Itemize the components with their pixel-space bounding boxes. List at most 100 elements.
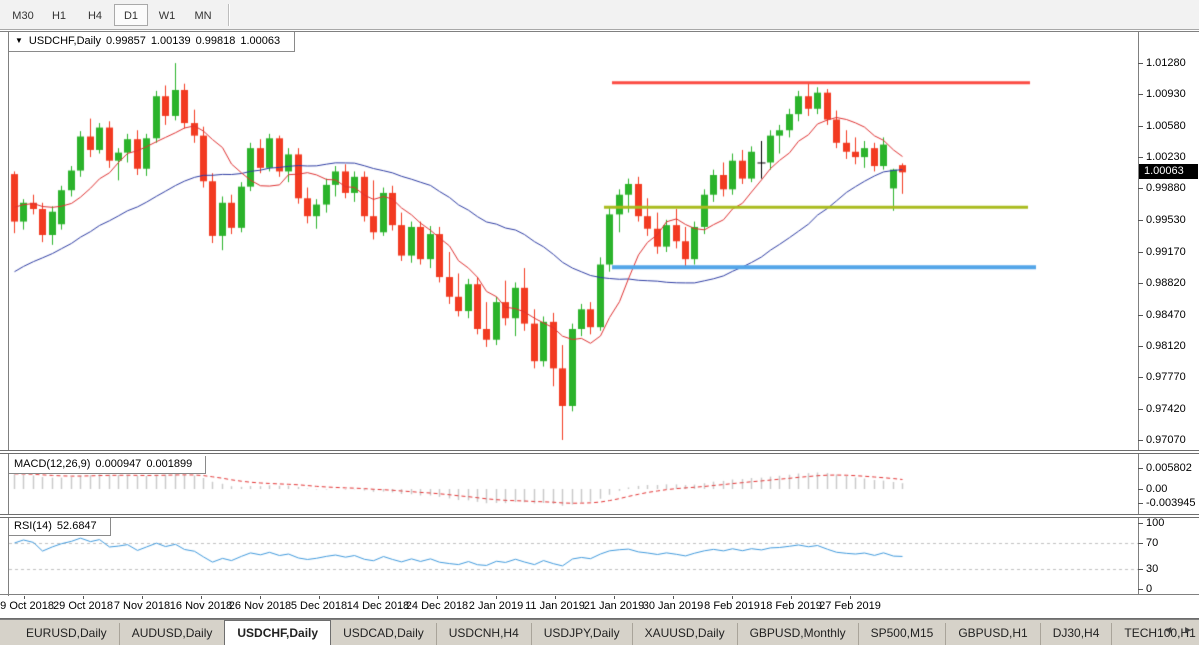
macd-axis-label: 0.005802 bbox=[1146, 461, 1198, 475]
price-axis-label-tick bbox=[1138, 377, 1143, 378]
rsi-axis-label: 100 bbox=[1146, 516, 1198, 530]
chart-title: ▼USDCHF,Daily0.998571.001390.998181.0006… bbox=[9, 32, 295, 52]
date-tick bbox=[555, 596, 556, 599]
rsi-axis-label: 30 bbox=[1146, 562, 1198, 576]
current-price-tag: 1.00063 bbox=[1139, 164, 1198, 179]
symbol-tab-usdcad-daily[interactable]: USDCAD,Daily bbox=[331, 623, 436, 645]
date-tick bbox=[614, 596, 615, 599]
macd-axis-label-tick bbox=[1138, 489, 1143, 490]
trading-terminal: M30H1H4D1W1MN ▼ USDCHF,Daily 0.99857 1.0013… bbox=[0, 0, 1199, 645]
symbol-tab-gbpusd-monthly[interactable]: GBPUSD,Monthly bbox=[737, 623, 858, 645]
price-axis-label-tick bbox=[1138, 346, 1143, 347]
price-axis-label-tick bbox=[1138, 220, 1143, 221]
price-axis-label: 1.00930 bbox=[1146, 87, 1198, 101]
rsi-axis-label: 0 bbox=[1146, 582, 1198, 596]
date-tick bbox=[673, 596, 674, 599]
chart-symbol: USDCHF,Daily bbox=[29, 35, 101, 47]
timeframe-button-h1[interactable]: H1 bbox=[42, 4, 76, 26]
price-chart-canvas[interactable] bbox=[9, 32, 1138, 449]
timeframe-button-w1[interactable]: W1 bbox=[150, 4, 184, 26]
price-axis-label-tick bbox=[1138, 252, 1143, 253]
date-tick bbox=[437, 596, 438, 599]
price-axis-label: 0.99170 bbox=[1146, 245, 1198, 259]
date-tick bbox=[201, 596, 202, 599]
chevron-down-icon[interactable]: ▼ bbox=[15, 36, 23, 45]
date-tick bbox=[850, 596, 851, 599]
toolbar-separator bbox=[228, 4, 230, 26]
symbol-tab-bar: EURUSD,DailyAUDUSD,DailyUSDCHF,DailyUSDC… bbox=[0, 619, 1199, 645]
timeframe-button-m30[interactable]: M30 bbox=[6, 4, 40, 26]
date-tick bbox=[496, 596, 497, 599]
macd-label: MACD(12,26,9) 0.000947 0.001899 bbox=[9, 456, 206, 474]
tab-scroll-left-icon[interactable]: ◄ bbox=[1163, 625, 1173, 636]
price-axis-label-tick bbox=[1138, 315, 1143, 316]
price-axis-label: 1.01280 bbox=[1146, 56, 1198, 70]
date-tick bbox=[142, 596, 143, 599]
price-axis-border bbox=[1138, 31, 1139, 594]
price-axis-label: 0.99880 bbox=[1146, 181, 1198, 195]
rsi-value: 52.6847 bbox=[57, 520, 97, 532]
date-tick bbox=[260, 596, 261, 599]
rsi-axis-label: 70 bbox=[1146, 536, 1198, 550]
date-tick bbox=[24, 596, 25, 599]
rsi-axis-label-tick bbox=[1138, 569, 1143, 570]
price-axis-label: 1.00230 bbox=[1146, 150, 1198, 164]
ohlc-high: 1.00139 bbox=[151, 35, 191, 47]
timeframe-button-h4[interactable]: H4 bbox=[78, 4, 112, 26]
price-axis-label: 0.97770 bbox=[1146, 370, 1198, 384]
timeframe-bar: M30H1H4D1W1MN bbox=[6, 4, 222, 26]
rsi-axis-label-tick bbox=[1138, 523, 1143, 524]
symbol-tab-xauusd-daily[interactable]: XAUUSD,Daily bbox=[632, 623, 737, 645]
date-tick bbox=[791, 596, 792, 599]
price-axis-label: 0.98820 bbox=[1146, 276, 1198, 290]
price-axis-label-tick bbox=[1138, 440, 1143, 441]
tab-scroll-controls: ◄ ► bbox=[1163, 625, 1193, 636]
timeframe-button-d1[interactable]: D1 bbox=[114, 4, 148, 26]
date-label: 27 Feb 2019 bbox=[810, 600, 890, 612]
symbol-tab-gbpusd-h1[interactable]: GBPUSD,H1 bbox=[945, 623, 1039, 645]
splitter-macd[interactable] bbox=[0, 450, 1199, 454]
date-axis[interactable]: 19 Oct 201829 Oct 20187 Nov 201816 Nov 2… bbox=[0, 596, 1199, 618]
date-tick bbox=[83, 596, 84, 599]
symbol-tab-eurusd-daily[interactable]: EURUSD,Daily bbox=[14, 623, 119, 645]
symbol-tab-sp500-m15[interactable]: SP500,M15 bbox=[858, 623, 946, 645]
price-axis-label: 0.97070 bbox=[1146, 433, 1198, 447]
macd-value-2: 0.001899 bbox=[146, 458, 192, 470]
price-axis-label-tick bbox=[1138, 126, 1143, 127]
price-axis-label-tick bbox=[1138, 63, 1143, 64]
tab-scroll-right-icon[interactable]: ► bbox=[1183, 625, 1193, 636]
timeframe-toolbar: M30H1H4D1W1MN bbox=[0, 0, 1199, 30]
macd-axis-label: -0.003945 bbox=[1146, 496, 1198, 510]
symbol-tab-usdcnh-h4[interactable]: USDCNH,H4 bbox=[436, 623, 531, 645]
price-axis-label-tick bbox=[1138, 188, 1143, 189]
price-axis-label: 0.97420 bbox=[1146, 402, 1198, 416]
price-axis-label-tick bbox=[1138, 157, 1143, 158]
date-axis-border bbox=[0, 594, 1199, 595]
date-tick bbox=[732, 596, 733, 599]
price-axis-label: 0.98120 bbox=[1146, 339, 1198, 353]
price-axis-label-tick bbox=[1138, 409, 1143, 410]
rsi-axis-label-tick bbox=[1138, 589, 1143, 590]
price-axis-label: 0.98470 bbox=[1146, 308, 1198, 322]
price-axis-label-tick bbox=[1138, 94, 1143, 95]
rsi-axis-label-tick bbox=[1138, 543, 1143, 544]
date-tick bbox=[378, 596, 379, 599]
symbol-tab-dj30-h4[interactable]: DJ30,H4 bbox=[1040, 623, 1112, 645]
macd-name: MACD(12,26,9) bbox=[14, 458, 90, 470]
ohlc-open: 0.99857 bbox=[106, 35, 146, 47]
macd-axis-label-tick bbox=[1138, 468, 1143, 469]
price-axis-label: 0.99530 bbox=[1146, 213, 1198, 227]
rsi-label: RSI(14) 52.6847 bbox=[9, 518, 111, 536]
macd-axis-label: 0.00 bbox=[1146, 482, 1198, 496]
price-axis-label-tick bbox=[1138, 283, 1143, 284]
ohlc-close: 1.00063 bbox=[240, 35, 280, 47]
rsi-canvas[interactable] bbox=[9, 518, 1138, 593]
symbol-tab-audusd-daily[interactable]: AUDUSD,Daily bbox=[119, 623, 225, 645]
symbol-tab-usdchf-daily[interactable]: USDCHF,Daily bbox=[224, 620, 331, 645]
rsi-name: RSI(14) bbox=[14, 520, 52, 532]
symbol-tab-usdjpy-daily[interactable]: USDJPY,Daily bbox=[531, 623, 632, 645]
macd-axis-label-tick bbox=[1138, 503, 1143, 504]
macd-value-1: 0.000947 bbox=[95, 458, 141, 470]
timeframe-button-mn[interactable]: MN bbox=[186, 4, 220, 26]
price-axis-label: 1.00580 bbox=[1146, 119, 1198, 133]
